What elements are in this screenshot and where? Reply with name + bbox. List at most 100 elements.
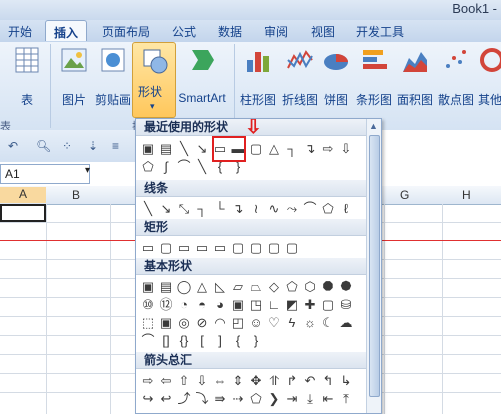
picture-button[interactable]: 图片 <box>58 46 90 108</box>
block-arc-shape[interactable]: ◠ <box>212 314 228 330</box>
line-shape[interactable]: ╲ <box>194 158 210 174</box>
plaque-shape[interactable]: ▢ <box>320 296 336 312</box>
elbow-connector-shape[interactable]: ┐ <box>194 200 210 216</box>
other-chart-button[interactable]: 其他 <box>478 46 501 108</box>
oval-shape[interactable]: ◯ <box>176 278 192 294</box>
tab-formulas[interactable]: 公式 <box>172 23 196 40</box>
bevel-shape[interactable]: ▣ <box>158 314 174 330</box>
can-shape[interactable]: ⛁ <box>338 296 354 312</box>
tab-review[interactable]: 审阅 <box>264 23 288 40</box>
text-box-shape[interactable]: ▤ <box>158 278 174 294</box>
teardrop-shape[interactable]: ◕ <box>212 296 228 312</box>
chord-shape[interactable]: ◓ <box>194 296 210 312</box>
double-arrow-shape[interactable]: ⤡ <box>176 200 192 216</box>
round-rectangle-shape[interactable]: ▢ <box>284 239 300 255</box>
left-brace-shape[interactable]: { <box>230 332 246 348</box>
arrow-line-shape[interactable]: ↘ <box>194 140 210 156</box>
column-chart-button[interactable]: 柱形图 <box>238 46 278 108</box>
bar-chart-button[interactable]: 条形图 <box>354 46 394 108</box>
arrow-line-shape[interactable]: ↘ <box>158 200 174 216</box>
shapes-button[interactable]: 形状 ▾ <box>132 42 176 118</box>
rectangle-shape[interactable]: ▭ <box>140 239 156 255</box>
elbow-arrow-shape[interactable]: ↴ <box>302 140 318 156</box>
name-box[interactable]: A1 <box>0 164 90 184</box>
column-header-a[interactable]: A <box>0 187 46 203</box>
curved-connector-shape[interactable]: ≀ <box>248 200 264 216</box>
quad-arrow-shape[interactable]: ✥ <box>248 372 264 388</box>
arc-shape[interactable]: ⌒ <box>176 158 192 174</box>
scrollbar[interactable]: ▲ <box>366 119 381 413</box>
active-cell[interactable] <box>0 204 46 222</box>
elbow-connector-shape[interactable]: └ <box>212 200 228 216</box>
elbow-arrow-shape[interactable]: ↴ <box>230 200 246 216</box>
l-shape[interactable]: ∟ <box>266 296 282 312</box>
column-header-b[interactable]: B <box>72 188 80 202</box>
tab-data[interactable]: 数据 <box>218 23 242 40</box>
text-box-shape[interactable]: ▣ <box>140 140 156 156</box>
brace-pair-shape[interactable]: {} <box>176 332 192 348</box>
round-rectangle-shape[interactable]: ▢ <box>248 239 264 255</box>
clipart-button[interactable]: 剪贴画 <box>92 46 134 108</box>
line-shape[interactable]: ╲ <box>140 200 156 216</box>
tab-insert[interactable]: 插入 <box>45 20 88 41</box>
cube-shape[interactable]: ⬚ <box>140 314 156 330</box>
notched-right-arrow-shape[interactable]: ⇢ <box>230 390 246 406</box>
octagon-shape[interactable]: ⯄ <box>338 278 354 294</box>
toolbar-icon[interactable]: ⇣ <box>88 139 98 153</box>
heptagon-shape[interactable]: ⯃ <box>320 278 336 294</box>
curve-shape[interactable]: ⌒ <box>302 200 318 216</box>
curved-arrow-shape[interactable]: ⤳ <box>284 200 300 216</box>
rounded-rectangle-shape[interactable]: ▢ <box>248 140 264 156</box>
round-rectangle-shape[interactable]: ▢ <box>230 239 246 255</box>
print-preview-icon[interactable]: 🔍︎ <box>36 139 51 153</box>
smartart-button[interactable]: SmartArt <box>174 46 230 105</box>
curved-connector-shape[interactable]: ∿ <box>266 200 282 216</box>
left-bracket-shape[interactable]: [ <box>194 332 210 348</box>
left-up-arrow-shape[interactable]: ↰ <box>320 372 336 388</box>
u-turn-arrow-shape[interactable]: ↶ <box>302 372 318 388</box>
decagon-shape[interactable]: ⑩ <box>140 296 156 312</box>
left-arrow-shape[interactable]: ⇦ <box>158 372 174 388</box>
scrollbar-thumb[interactable] <box>369 135 380 397</box>
snip-rectangle-shape[interactable]: ▭ <box>212 239 228 255</box>
lightning-bolt-shape[interactable]: ϟ <box>284 314 300 330</box>
tab-view[interactable]: 视图 <box>311 23 335 40</box>
chevron-down-icon[interactable]: ▾ <box>85 165 90 176</box>
trapezoid-shape[interactable]: ⏢ <box>248 278 264 294</box>
half-frame-shape[interactable]: ◳ <box>248 296 264 312</box>
pie-shape[interactable]: ◔ <box>176 296 192 312</box>
cloud-shape[interactable]: ☁ <box>338 314 354 330</box>
column-header-h[interactable]: H <box>462 188 471 202</box>
right-bracket-shape[interactable]: ] <box>212 332 228 348</box>
text-box-shape[interactable]: ▣ <box>140 278 156 294</box>
vertical-text-shape[interactable]: ▤ <box>158 140 174 156</box>
pie-chart-button[interactable]: 饼图 <box>322 46 350 108</box>
toolbar-icon[interactable]: ≡ <box>112 139 119 153</box>
left-right-up-arrow-shape[interactable]: ⥣ <box>266 372 282 388</box>
down-arrow-shape[interactable]: ⇩ <box>338 140 354 156</box>
striped-right-arrow-shape[interactable]: ⇛ <box>212 390 228 406</box>
donut-shape[interactable]: ◎ <box>176 314 192 330</box>
tab-page-layout[interactable]: 页面布局 <box>102 23 150 40</box>
scroll-up-icon[interactable]: ▲ <box>369 121 378 131</box>
elbow-connector-shape[interactable]: ┐ <box>284 140 300 156</box>
rounded-rectangle-shape[interactable]: ▢ <box>158 239 174 255</box>
column-header-g[interactable]: G <box>400 188 409 202</box>
table-button[interactable]: 表 <box>12 46 42 108</box>
triangle-shape[interactable]: △ <box>194 278 210 294</box>
curved-up-arrow-shape[interactable]: ⤴ <box>176 390 192 406</box>
bent-arrow-shape[interactable]: ↱ <box>284 372 300 388</box>
parallelogram-shape[interactable]: ▱ <box>230 278 246 294</box>
left-arrow-callout-shape[interactable]: ⇤ <box>320 390 336 406</box>
dodecagon-shape[interactable]: ⑫ <box>158 296 174 312</box>
down-arrow-callout-shape[interactable]: ⤓ <box>302 390 318 406</box>
frame-shape[interactable]: ▣ <box>230 296 246 312</box>
freeform-shape[interactable]: ⬠ <box>320 200 336 216</box>
bracket-pair-shape[interactable]: [] <box>158 332 174 348</box>
curved-right-arrow-shape[interactable]: ↪ <box>140 390 156 406</box>
sun-shape[interactable]: ☼ <box>302 314 318 330</box>
left-right-arrow-shape[interactable]: ⇔ <box>212 372 228 388</box>
up-arrow-callout-shape[interactable]: ⤒ <box>338 390 354 406</box>
chevron-shape[interactable]: ❯ <box>266 390 282 406</box>
freeform-shape[interactable]: ⬠ <box>140 158 156 174</box>
